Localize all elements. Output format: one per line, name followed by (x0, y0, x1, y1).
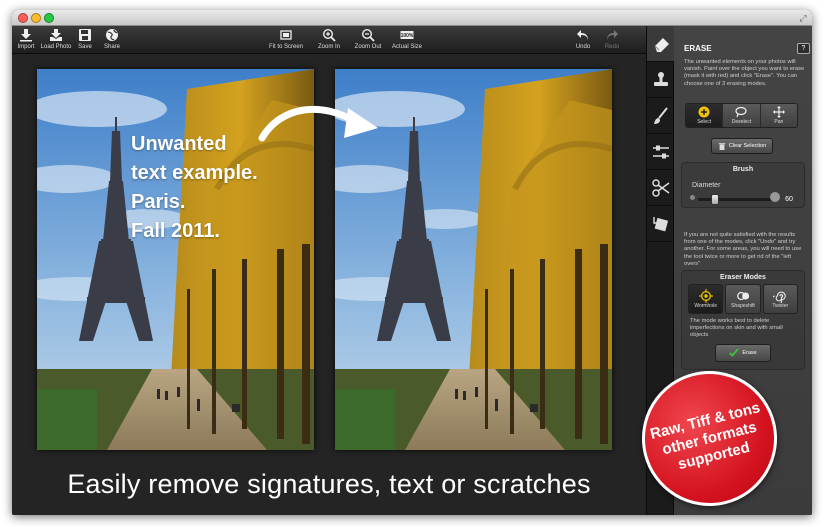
tip-text: If you are not quite satisfied with the … (684, 232, 802, 267)
plus-icon (698, 106, 710, 118)
overlay-line: Paris. (131, 191, 186, 213)
eraser-mode-group: Wormhole Shapeshift Twister (688, 284, 798, 314)
zoom-out-icon (361, 28, 375, 42)
sliders-icon (653, 145, 669, 158)
panel-title: ERASE (684, 44, 712, 53)
photo-canvas[interactable]: Unwanted text example. Paris. Fall 2011.… (12, 54, 646, 515)
overlay-line: text example. (131, 162, 258, 184)
minimize-window-button[interactable] (31, 13, 41, 23)
twister-icon (773, 291, 787, 303)
zoom-in-button[interactable]: Zoom In (309, 28, 349, 50)
move-icon (772, 106, 785, 118)
mode-description: The mode works best to delete imperfecti… (690, 318, 783, 339)
toolbar: Import Load Photo Save Share Fit to Scre… (12, 26, 646, 54)
feature-caption: Easily remove signatures, text or scratc… (67, 469, 591, 499)
mode-deselect-label: Deselect (731, 119, 752, 125)
large-brush-icon (770, 192, 780, 202)
diameter-slider-thumb[interactable] (710, 194, 719, 205)
save-icon (79, 29, 91, 41)
eraser-modes-title: Eraser Modes (720, 274, 766, 281)
redo-button[interactable]: Redo (592, 28, 632, 50)
rotate-crop-icon (653, 216, 669, 231)
undo-label: Undo (575, 44, 591, 50)
diameter-label: Diameter (692, 182, 721, 189)
redo-label: Redo (604, 44, 620, 50)
actual-size-glyph: 100% (401, 33, 414, 39)
share-label: Share (103, 44, 120, 50)
undo-icon (577, 30, 588, 40)
diameter-slider[interactable] (698, 198, 774, 201)
actual-size-button[interactable]: 100% Actual Size (387, 28, 427, 50)
help-button[interactable]: ? (797, 43, 810, 54)
mode-pan[interactable]: Pan (761, 104, 797, 127)
clear-selection-button[interactable]: Clear Selection (711, 138, 773, 154)
zoom-in-icon (322, 28, 336, 42)
twister-label: Twister (772, 303, 789, 309)
scissors-icon (652, 178, 670, 197)
fullscreen-icon[interactable]: ⤢ (798, 13, 808, 23)
import-icon (20, 29, 32, 42)
zoom-in-label: Zoom In (317, 44, 340, 50)
tool-rotate[interactable] (647, 206, 675, 242)
eraser-icon (654, 37, 669, 52)
share-button[interactable]: Share (92, 28, 132, 50)
mode-select-label: Select (697, 119, 712, 125)
import-label: Import (17, 44, 35, 50)
load-photo-icon (50, 29, 62, 41)
zoom-out-label: Zoom Out (354, 44, 382, 50)
wormhole-icon (698, 289, 713, 303)
unwanted-text-overlay: Unwanted text example. Paris. Fall 2011. (131, 130, 301, 246)
brush-icon (654, 106, 668, 124)
eraser-mode-twister[interactable]: Twister (762, 284, 798, 314)
checkmark-icon (729, 348, 740, 357)
close-window-button[interactable] (18, 13, 28, 23)
erase-button[interactable]: Erase (715, 344, 771, 362)
mode-deselect[interactable]: Deselect (723, 104, 761, 127)
eraser-mode-wormhole[interactable]: Wormhole (688, 284, 724, 314)
small-brush-icon (690, 195, 695, 200)
brush-title: Brush (732, 166, 754, 173)
actual-size-icon: 100% (400, 31, 414, 39)
tool-erase[interactable] (647, 26, 675, 62)
actual-size-label: Actual Size (391, 44, 422, 50)
globe-icon (106, 29, 118, 41)
save-label: Save (78, 44, 92, 50)
redo-icon (607, 30, 618, 40)
tool-adjust[interactable] (647, 134, 675, 170)
erase-button-label: Erase (742, 350, 757, 356)
zoom-window-button[interactable] (44, 13, 54, 23)
zoom-out-button[interactable]: Zoom Out (348, 28, 388, 50)
shapeshift-label: Shapeshift (731, 303, 755, 309)
fit-to-screen-button[interactable]: Fit to Screen (266, 28, 306, 50)
curved-arrow-icon (258, 105, 378, 142)
tool-brush[interactable] (647, 98, 675, 134)
diameter-value[interactable]: 60 (780, 194, 798, 205)
wormhole-label: Wormhole (694, 303, 718, 309)
eraser-mode-shapeshift[interactable]: Shapeshift (725, 284, 761, 314)
lasso-icon (735, 106, 748, 118)
overlay-line: Fall 2011. (131, 220, 220, 242)
mode-pan-label: Pan (774, 119, 784, 125)
stamp-icon (654, 71, 668, 86)
select-mode-group: Select Deselect Pan (685, 103, 798, 128)
mode-select[interactable]: Select (686, 104, 724, 127)
title-bar: ⤢ (12, 10, 812, 26)
shapeshift-icon (737, 291, 750, 301)
fit-to-screen-label: Fit to Screen (268, 44, 303, 50)
trash-icon (718, 143, 726, 150)
fit-to-screen-icon (280, 30, 292, 40)
tool-cut[interactable] (647, 170, 675, 206)
clear-selection-label: Clear Selection (728, 143, 767, 149)
tool-stamp[interactable] (647, 62, 675, 98)
intro-text: The unwanted elements on your photos wil… (684, 59, 805, 87)
